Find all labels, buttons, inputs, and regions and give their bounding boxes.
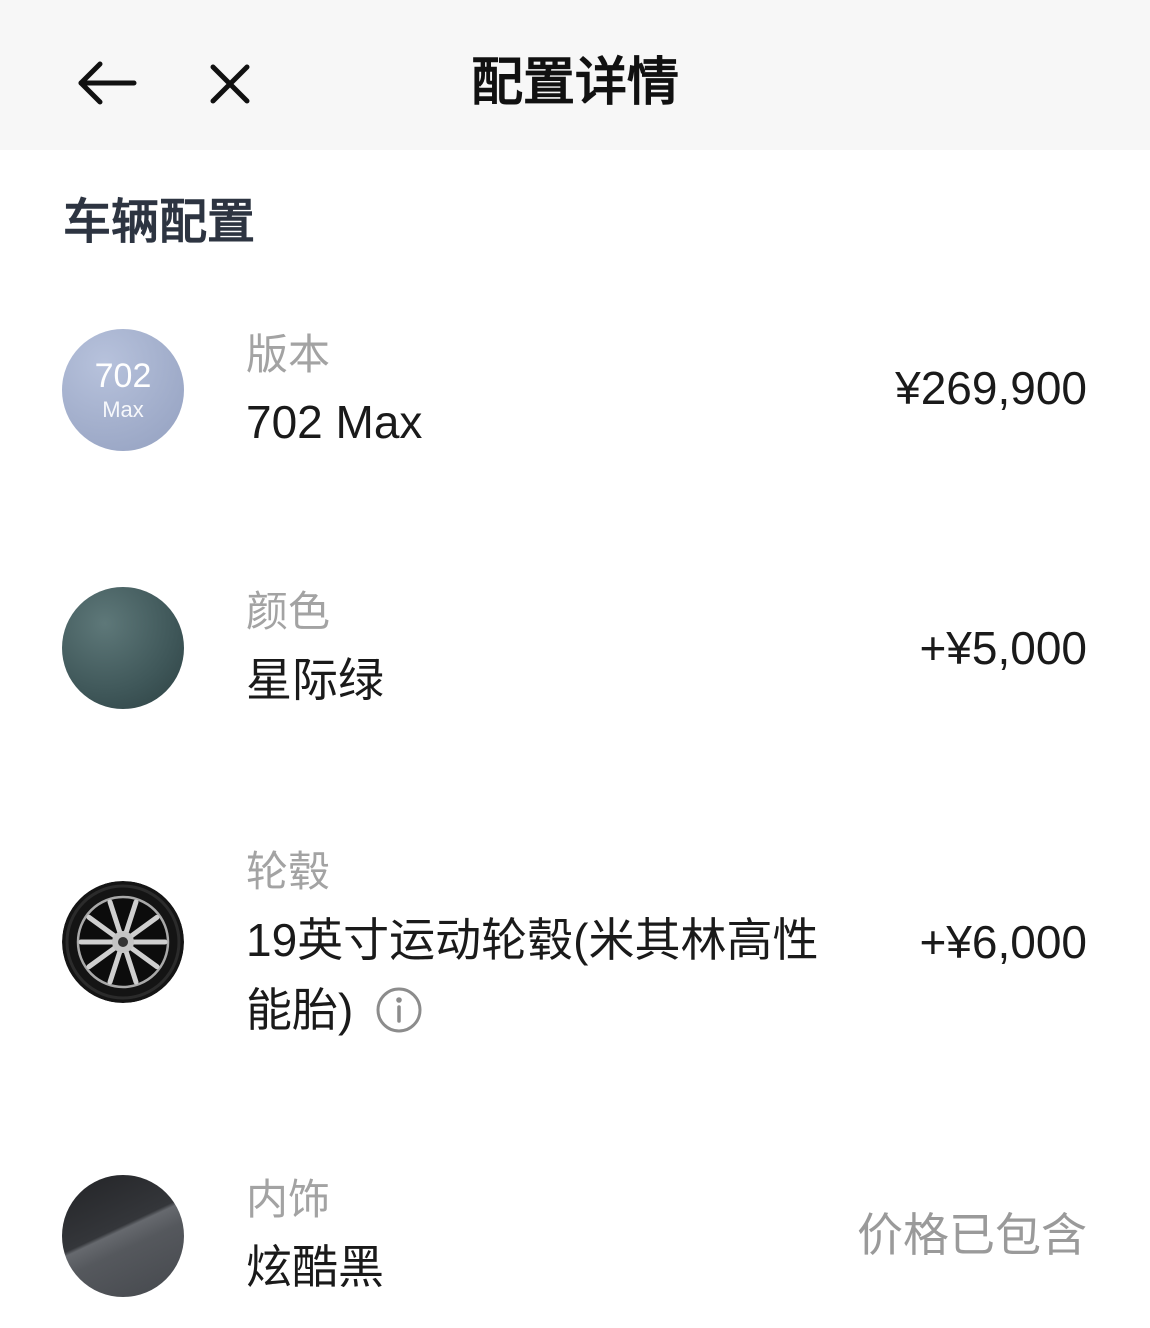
color-value: 星际绿: [246, 654, 384, 706]
info-icon[interactable]: [375, 986, 423, 1034]
interior-value: 炫酷黑: [246, 1241, 384, 1293]
color-label: 颜色: [246, 588, 331, 635]
wheel-icon: [62, 881, 184, 1003]
page-title: 配置详情: [470, 54, 679, 112]
section-title: 车辆配置: [63, 196, 256, 249]
interior-price-included: 价格已包含: [857, 1209, 1087, 1261]
wheel-price: +¥6,000: [919, 916, 1087, 968]
top-bar: 配置详情: [0, 0, 1150, 150]
interior-label: 内饰: [246, 1176, 331, 1223]
version-value: 702 Max: [246, 396, 423, 448]
wheel-label: 轮毂: [246, 848, 331, 895]
version-badge-sub: Max: [102, 397, 144, 422]
wheel-value: 19英寸运动轮毂(米其林高性能胎): [246, 905, 846, 1045]
color-price: +¥5,000: [919, 622, 1087, 674]
wheel-value-text: 19英寸运动轮毂(米其林高性能胎): [246, 914, 819, 1036]
version-label: 版本: [246, 331, 331, 378]
version-badge: 702 Max: [62, 329, 184, 451]
color-swatch: [62, 587, 184, 709]
version-badge-main: 702: [94, 357, 152, 395]
interior-swatch: [62, 1175, 184, 1297]
wheel-thumbnail: [62, 881, 184, 1003]
version-price: ¥269,900: [895, 362, 1087, 414]
